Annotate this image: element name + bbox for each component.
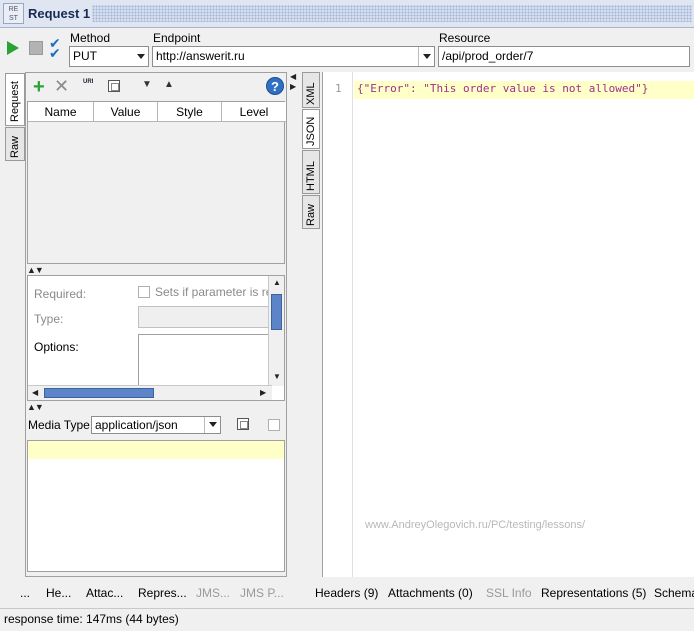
request-bottom-tab[interactable]: Attac... bbox=[86, 586, 123, 600]
splitter-handle[interactable]: ▲▼ bbox=[27, 402, 44, 412]
window-icon[interactable] bbox=[237, 418, 249, 430]
status-bar: response time: 147ms (44 bytes) bbox=[0, 608, 694, 631]
response-bottom-tab[interactable]: Attachments (0) bbox=[388, 586, 473, 600]
column-header-name[interactable]: Name bbox=[28, 102, 94, 122]
chevron-down-icon bbox=[137, 54, 145, 59]
play-icon[interactable] bbox=[7, 41, 19, 55]
tab-request-label: Request bbox=[9, 81, 21, 122]
required-hint: Sets if parameter is req bbox=[155, 285, 272, 299]
options-label: Options: bbox=[34, 340, 79, 354]
tab-raw-response[interactable]: Raw bbox=[302, 195, 320, 229]
params-table[interactable]: Name Value Style Level bbox=[27, 101, 286, 264]
tab-html-label: HTML bbox=[305, 161, 317, 191]
response-bottom-tab[interactable]: Representations (5) bbox=[541, 586, 646, 600]
splitter-handle[interactable]: ▲▼ bbox=[27, 265, 44, 275]
response-bottom-tab[interactable]: SSL Info bbox=[486, 586, 532, 600]
chevron-down-icon bbox=[423, 54, 431, 59]
response-editor[interactable]: 1 {"Error": "This order value is not all… bbox=[322, 72, 694, 577]
remove-param-icon[interactable]: ✕ bbox=[54, 77, 69, 95]
media-checkbox[interactable] bbox=[268, 419, 280, 431]
hscroll-thumb[interactable] bbox=[44, 388, 154, 398]
type-label: Type: bbox=[34, 312, 64, 326]
scroll-up-icon[interactable]: ▲ bbox=[273, 278, 281, 287]
panel-splitter[interactable]: ◀ ▶ bbox=[289, 72, 298, 607]
title-bar: RE ST Request 1 bbox=[0, 0, 694, 28]
tab-xml[interactable]: XML bbox=[302, 72, 320, 108]
response-bottom-tab[interactable]: Headers (9) bbox=[315, 586, 378, 600]
tab-request[interactable]: Request bbox=[5, 73, 25, 126]
method-value: PUT bbox=[73, 49, 97, 63]
resource-value: /api/prod_order/7 bbox=[442, 49, 534, 63]
method-label: Method bbox=[70, 31, 111, 45]
window-title: Request 1 bbox=[28, 6, 91, 21]
line-number: 1 bbox=[335, 82, 342, 95]
line-gutter bbox=[323, 72, 353, 577]
response-time: response time: 147ms (44 bytes) bbox=[4, 612, 179, 626]
request-bottom-tab[interactable]: Repres... bbox=[138, 586, 187, 600]
chevron-left-icon[interactable]: ◀ bbox=[290, 72, 296, 81]
horizontal-scrollbar[interactable]: ◀ ▶ bbox=[28, 385, 272, 400]
tab-xml-label: XML bbox=[305, 82, 317, 105]
endpoint-label: Endpoint bbox=[153, 31, 201, 45]
resource-input[interactable]: /api/prod_order/7 bbox=[438, 46, 690, 67]
chevron-down-icon bbox=[209, 422, 217, 427]
stop-icon[interactable] bbox=[29, 41, 43, 55]
help-icon[interactable]: ? bbox=[266, 77, 284, 95]
endpoint-value: http://answerit.ru bbox=[156, 49, 245, 63]
param-properties: Required: Sets if parameter is req Type:… bbox=[27, 275, 285, 401]
media-type-value: application/json bbox=[95, 418, 178, 432]
media-type-label: Media Type bbox=[28, 418, 90, 432]
request-bottom-tab[interactable]: ... bbox=[20, 586, 30, 600]
request-panel: + ✕ URI ▼ ▲ ? Name Value Style Level ▲▼ … bbox=[25, 72, 287, 577]
scroll-thumb[interactable] bbox=[271, 294, 282, 330]
column-header-value[interactable]: Value bbox=[94, 102, 158, 122]
vertical-scrollbar[interactable]: ▲ ▼ bbox=[268, 276, 284, 386]
media-type-select[interactable]: application/json bbox=[91, 416, 221, 434]
column-header-level[interactable]: Level bbox=[222, 102, 286, 122]
endpoint-select[interactable]: http://answerit.ru bbox=[152, 46, 435, 67]
chevron-right-icon[interactable]: ▶ bbox=[290, 82, 296, 91]
tab-json-label: JSON bbox=[305, 116, 317, 146]
tab-raw-request[interactable]: Raw bbox=[5, 127, 25, 161]
endpoint-dropdown-button[interactable] bbox=[418, 47, 434, 66]
type-field[interactable] bbox=[138, 306, 278, 328]
scroll-down-icon[interactable]: ▼ bbox=[273, 372, 281, 381]
method-select[interactable]: PUT bbox=[69, 46, 149, 67]
options-field[interactable] bbox=[138, 334, 278, 386]
media-dropdown-button[interactable] bbox=[204, 417, 220, 433]
tab-raw-response-label: Raw bbox=[305, 203, 317, 226]
validate-icon[interactable]: ✔ ✔ bbox=[49, 36, 67, 60]
tab-json[interactable]: JSON bbox=[302, 109, 320, 149]
response-tabs: XML JSON HTML Raw bbox=[302, 72, 320, 232]
tab-raw-request-label: Raw bbox=[9, 135, 21, 158]
request-body-editor[interactable] bbox=[27, 440, 285, 572]
rest-icon: RE ST bbox=[3, 3, 24, 24]
window-icon[interactable] bbox=[108, 80, 120, 92]
scroll-left-icon[interactable]: ◀ bbox=[32, 388, 38, 397]
add-param-icon[interactable]: + bbox=[33, 77, 45, 97]
scroll-right-icon[interactable]: ▶ bbox=[260, 388, 266, 397]
required-label: Required: bbox=[34, 287, 87, 301]
request-bottom-tab[interactable]: He... bbox=[46, 586, 71, 600]
media-type-row: Media Type application/json bbox=[27, 413, 285, 437]
request-bottom-tab[interactable]: JMS... bbox=[196, 586, 230, 600]
required-checkbox[interactable] bbox=[138, 286, 150, 298]
uri-icon[interactable]: URI bbox=[83, 79, 99, 93]
tab-html[interactable]: HTML bbox=[302, 150, 320, 194]
move-up-icon[interactable]: ▲ bbox=[164, 79, 174, 90]
request-bottom-tab[interactable]: JMS P... bbox=[240, 586, 284, 600]
title-pattern bbox=[92, 5, 692, 22]
move-down-icon[interactable]: ▼ bbox=[142, 79, 152, 90]
column-header-style[interactable]: Style bbox=[158, 102, 222, 122]
response-bottom-tab[interactable]: Schema bbox=[654, 586, 694, 600]
response-json: {"Error": "This order value is not allow… bbox=[357, 82, 649, 95]
current-line-highlight bbox=[28, 441, 284, 459]
watermark: www.AndreyOlegovich.ru/PC/testing/lesson… bbox=[365, 519, 586, 531]
resource-label: Resource bbox=[439, 31, 491, 45]
